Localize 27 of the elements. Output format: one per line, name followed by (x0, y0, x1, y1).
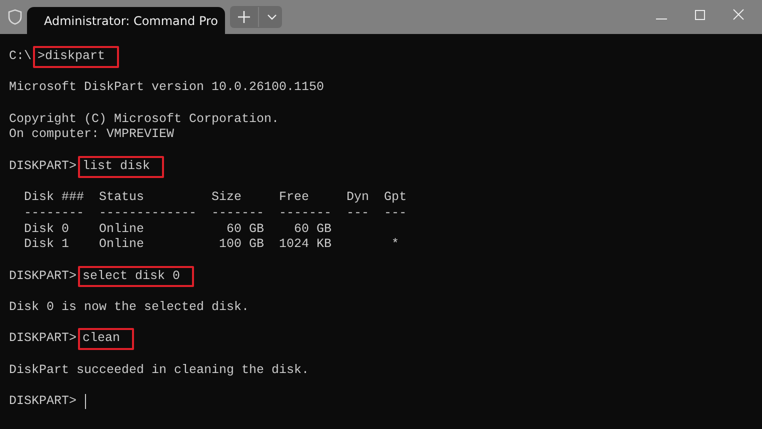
output-line: Disk 1 Online 100 GB 1024 KB * (23, 237, 400, 253)
output-line: On computer: VMPREVIEW (9, 127, 174, 144)
output-line: Disk 0 Online 60 GB 60 GB (23, 222, 332, 238)
prompt-text: DISKPART> (9, 394, 77, 410)
prompt-text: DISKPART> (9, 158, 77, 175)
command-text: >diskpart (38, 49, 106, 65)
command-text: select disk 0 (82, 268, 180, 284)
minimize-icon[interactable] (656, 18, 667, 20)
new-tab-control[interactable] (230, 6, 282, 28)
output-line: -------- ------------- ------- ------- --- --- (23, 206, 407, 222)
output-line: Disk 0 is now the selected disk. (9, 300, 250, 316)
prompt-text: DISKPART> (9, 331, 77, 348)
command-text: clean (82, 331, 120, 348)
prompt-text: DISKPART> (9, 268, 77, 284)
plus-icon[interactable] (238, 11, 250, 23)
command-text: list disk (82, 158, 150, 175)
output-line: Copyright (C) Microsoft Corporation. (9, 112, 280, 128)
prompt-text: C:\ (9, 49, 32, 65)
close-icon[interactable] (733, 9, 744, 20)
output-line: Microsoft DiskPart version 10.0.26100.1150 (9, 80, 324, 96)
tab-title: Administrator: Command Pro (44, 14, 218, 28)
output-line: Disk ### Status Size Free Dyn Gpt (23, 190, 407, 206)
output-line: DiskPart succeeded in cleaning the disk. (9, 362, 310, 378)
maximize-icon[interactable] (695, 10, 705, 20)
chevron-down-icon[interactable] (267, 14, 277, 20)
tab[interactable]: Administrator: Command Pro (27, 7, 225, 34)
shield-icon (8, 9, 22, 25)
